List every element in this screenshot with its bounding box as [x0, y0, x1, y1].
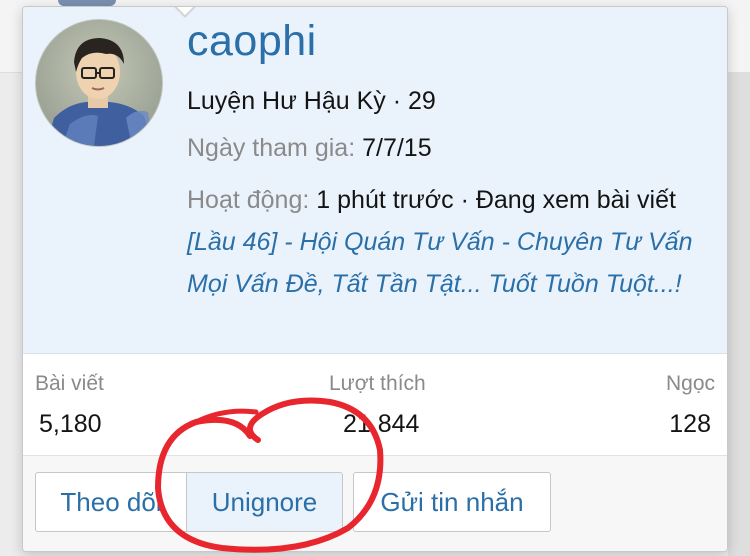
- action-bar: Theo dõi Unignore Gửi tin nhắn: [23, 455, 727, 551]
- join-date-value: 7/7/15: [362, 134, 432, 162]
- gems-label: Ngọc: [665, 372, 715, 395]
- unignore-button[interactable]: Unignore: [186, 472, 343, 532]
- join-date-label: Ngày tham gia:: [187, 134, 356, 162]
- username-link[interactable]: caophi: [187, 17, 317, 66]
- tooltip-arrow-inner: [175, 7, 195, 15]
- avatar-illustration: [46, 38, 154, 146]
- posts-label: Bài viết: [35, 372, 104, 395]
- member-stats: Bài viết 5,180 Lượt thích 21,844 Ngọc 12…: [23, 354, 727, 454]
- page-background-right: [728, 72, 750, 556]
- likes-label: Lượt thích: [329, 372, 426, 395]
- member-tooltip-card: caophi Luyện Hư Hậu Kỳ · 29 Ngày tham gi…: [22, 6, 728, 552]
- likes-count: 21,844: [343, 410, 420, 438]
- posts-count[interactable]: 5,180: [39, 410, 102, 439]
- send-message-button[interactable]: Gửi tin nhắn: [353, 472, 551, 532]
- activity-thread-link[interactable]: [Lầu 46] - Hội Quán Tư Vấn - Chuyên Tư V…: [187, 228, 693, 298]
- gems-count: 128: [669, 410, 711, 438]
- activity-label: Hoạt động:: [187, 186, 310, 214]
- join-date: Ngày tham gia: 7/7/15: [187, 134, 432, 163]
- activity-text: 1 phút trước · Đang xem bài viết: [316, 186, 676, 214]
- follow-button[interactable]: Theo dõi: [35, 472, 187, 532]
- member-rank: Luyện Hư Hậu Kỳ · 29: [187, 87, 436, 115]
- last-activity: Hoạt động: 1 phút trước · Đang xem bài v…: [187, 179, 715, 305]
- profile-section: caophi Luyện Hư Hậu Kỳ · 29 Ngày tham gi…: [23, 7, 727, 354]
- avatar[interactable]: [35, 19, 163, 147]
